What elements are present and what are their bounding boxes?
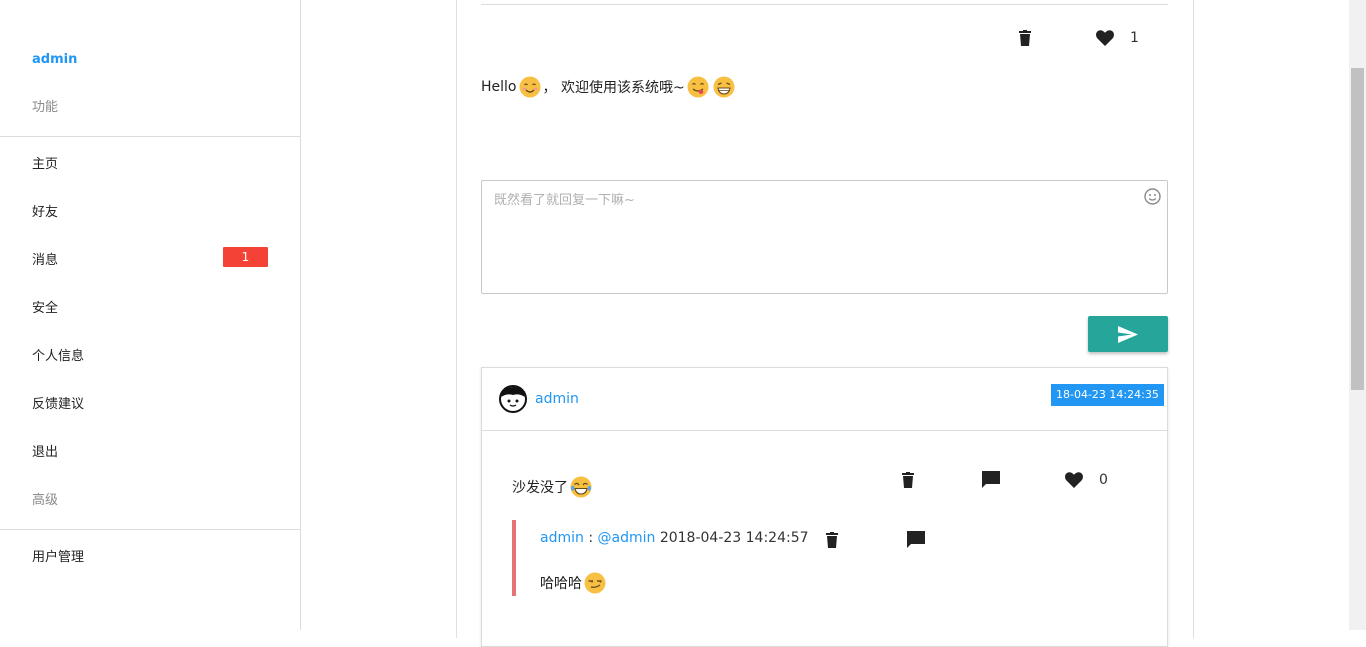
comment-text: 沙发没了 [512,480,568,496]
sidebar-item-label: 主页 [32,157,59,172]
sidebar-item-home[interactable]: 主页 [32,153,272,172]
post-like-count: 1 [1130,30,1139,46]
sidebar: admin 功能 主页 好友 消息 1 安全 个人信息 反馈建议 退出 高级 用… [0,0,301,630]
send-button[interactable] [1088,316,1168,352]
sidebar-username[interactable]: admin [32,52,77,67]
delete-sub-reply-icon[interactable] [826,532,838,548]
smirking-face-emoji-icon [584,572,606,594]
sub-reply-mention[interactable]: @admin [598,530,656,546]
sidebar-item-label: 用户管理 [32,550,85,565]
sidebar-item-user-management[interactable]: 用户管理 [32,546,272,565]
tears-of-joy-emoji-icon [570,476,592,498]
sidebar-section-advanced: 高级 [32,493,59,508]
sub-reply-time: 2018-04-23 14:24:57 [659,530,809,546]
delete-post-icon[interactable] [1019,30,1031,46]
sub-reply-username[interactable]: admin [540,530,584,546]
sidebar-item-label: 反馈建议 [32,397,85,412]
sidebar-item-label: 个人信息 [32,349,85,364]
post-text-hello: Hello [481,79,517,95]
reply-sub-reply-icon[interactable] [907,531,925,548]
sub-reply-text: 哈哈哈 [540,576,582,592]
scrollbar-thumb[interactable] [1351,68,1364,390]
sidebar-item-label: 退出 [32,445,59,460]
post-divider [481,4,1168,5]
sidebar-item-label: 消息 [32,253,59,268]
comment-timestamp-badge: 18-04-23 14:24:35 [1051,384,1164,406]
post-content: Hello ， 欢迎使用该系统哦~ [481,76,737,98]
comment-content: 沙发没了 [512,476,594,498]
comment-username[interactable]: admin [535,391,579,407]
send-icon [1118,325,1138,343]
messages-badge: 1 [223,247,268,267]
post-text-welcome: ， 欢迎使用该系统哦~ [542,80,685,96]
reply-comment-icon[interactable] [982,471,1000,488]
sub-reply-separator: : [583,530,598,546]
sidebar-item-friends[interactable]: 好友 [32,201,272,220]
delete-comment-icon[interactable] [902,472,914,488]
sidebar-divider [0,136,300,137]
sidebar-item-security[interactable]: 安全 [32,297,272,316]
emoji-picker-icon[interactable] [1144,188,1161,205]
like-post-icon[interactable] [1096,30,1114,46]
grinning-face-emoji-icon [713,76,735,98]
sidebar-item-label: 好友 [32,205,59,220]
sidebar-item-feedback[interactable]: 反馈建议 [32,393,272,412]
face-savoring-food-emoji-icon [687,76,709,98]
sub-reply-header: admin : @admin 2018-04-23 14:24:57 [540,530,809,546]
sidebar-section-features: 功能 [32,100,59,115]
sidebar-item-logout[interactable]: 退出 [32,441,272,460]
sidebar-item-label: 安全 [32,301,59,316]
comment-like-count: 0 [1099,472,1108,488]
comment-header: admin 18-04-23 14:24:35 [482,368,1167,431]
reply-indicator-bar [512,520,516,596]
smiling-face-emoji-icon [519,76,540,98]
sidebar-divider [0,529,300,530]
reply-input[interactable] [482,181,1167,293]
comment-card: admin 18-04-23 14:24:35 沙发没了 0 admin : @… [481,367,1168,647]
sidebar-item-profile[interactable]: 个人信息 [32,345,272,364]
sub-reply-content: 哈哈哈 [540,572,608,594]
reply-box [481,180,1168,294]
like-comment-icon[interactable] [1065,472,1083,488]
avatar-icon[interactable] [499,385,527,413]
